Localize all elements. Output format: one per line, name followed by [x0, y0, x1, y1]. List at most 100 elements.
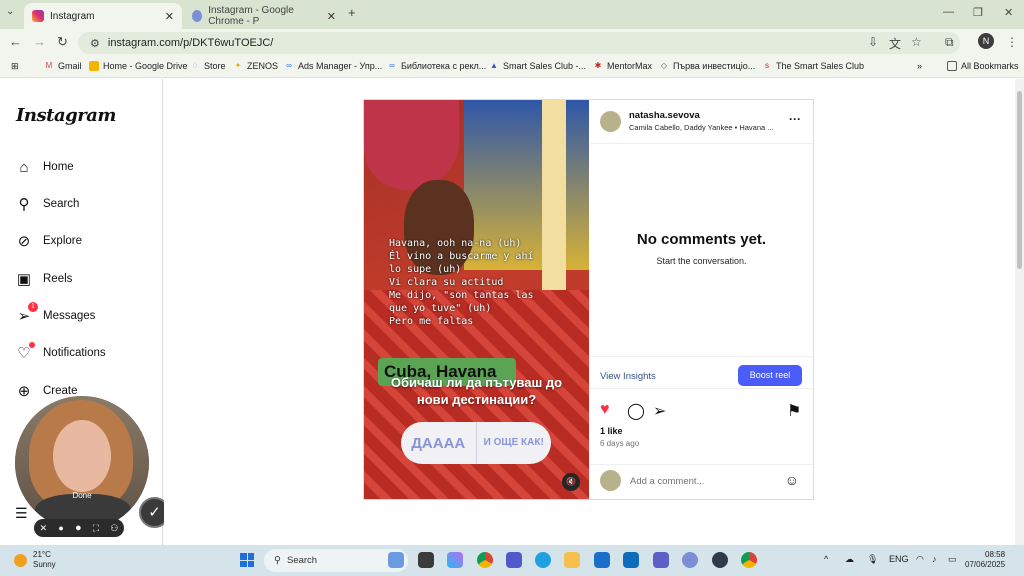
- sidebar-item-reels[interactable]: ▣ Reels: [14, 269, 73, 289]
- instagram-logo[interactable]: Instagram: [16, 105, 116, 126]
- battery-icon[interactable]: ▭: [948, 554, 957, 565]
- small-dot-icon[interactable]: ●: [58, 523, 63, 533]
- new-tab-plus-icon[interactable]: +: [348, 5, 356, 20]
- instagram-favicon-icon: [32, 10, 44, 22]
- sidebar-item-label: Reels: [43, 273, 73, 285]
- site-info-icon[interactable]: ⚙: [90, 37, 100, 50]
- taskbar-search[interactable]: ⚲ Search: [264, 549, 408, 572]
- translate-icon[interactable]: 文: [889, 35, 901, 52]
- meta-icon: ∞: [286, 61, 292, 70]
- recorder-icon[interactable]: [712, 552, 728, 568]
- bookmark-ads-manager[interactable]: ∞ Ads Manager - Упр...: [284, 61, 382, 71]
- sidebar-item-explore[interactable]: ⊘ Explore: [14, 231, 82, 251]
- audio-label[interactable]: Camila Cabello, Daddy Yankee • Havana ..…: [629, 123, 774, 132]
- reload-icon[interactable]: ↻: [57, 34, 68, 50]
- close-icon[interactable]: ✕: [40, 523, 48, 534]
- share-icon[interactable]: ➢: [653, 401, 666, 421]
- bookmark-zenos[interactable]: ✦ ZENOS: [233, 61, 278, 71]
- forward-arrow-icon[interactable]: →: [33, 34, 46, 49]
- author-avatar[interactable]: [600, 111, 621, 132]
- wifi-icon[interactable]: ◠: [916, 554, 924, 565]
- settings-icon[interactable]: [682, 552, 698, 568]
- bookmark-store[interactable]: ◌ Store: [190, 61, 226, 71]
- mute-icon[interactable]: 🔇: [562, 473, 580, 491]
- profile-avatar[interactable]: N: [978, 33, 994, 49]
- large-dot-icon[interactable]: ●: [75, 522, 82, 534]
- copilot-icon[interactable]: [447, 552, 463, 568]
- volume-icon[interactable]: ♪: [932, 554, 937, 564]
- sidebar-item-home[interactable]: ⌂ Home: [14, 157, 73, 177]
- teams-icon[interactable]: [506, 552, 522, 568]
- install-app-icon[interactable]: ⇩: [868, 35, 878, 49]
- webcam-done-label[interactable]: Done: [15, 491, 149, 500]
- more-options-icon[interactable]: ···: [789, 112, 801, 126]
- menu-kebab-icon[interactable]: ⋮: [1006, 35, 1018, 49]
- bookmark-drive[interactable]: Home - Google Drive: [89, 61, 188, 71]
- microphone-icon[interactable]: 🎙: [867, 554, 878, 565]
- likes-count[interactable]: 1 like: [600, 426, 623, 436]
- cloud-icon[interactable]: ☁: [845, 554, 854, 565]
- add-comment-input[interactable]: Add a comment...: [630, 476, 704, 487]
- webcam-controls: ✕ ● ● ⛶ ⚇: [34, 519, 124, 537]
- person-icon[interactable]: ⚇: [110, 523, 118, 534]
- poll-option-1[interactable]: ДАААА: [401, 422, 477, 464]
- weather-widget[interactable]: 21°C Sunny: [14, 550, 56, 570]
- webcam-bubble[interactable]: Done: [15, 396, 149, 530]
- poll-option-2[interactable]: И ОЩЕ КАК!: [477, 422, 552, 464]
- address-bar[interactable]: ⚙ instagram.com/p/DKT6wuTOEJC/: [78, 32, 960, 54]
- copilot-art-icon[interactable]: [388, 552, 404, 568]
- back-arrow-icon[interactable]: ←: [9, 34, 22, 49]
- bookmark-gmail[interactable]: M Gmail: [44, 61, 82, 71]
- file-explorer-icon[interactable]: [564, 552, 580, 568]
- boost-reel-button[interactable]: Boost reel: [738, 365, 802, 386]
- question-line-1: Обичаш ли да пътуваш до: [390, 375, 563, 390]
- browser-tab-bar: ⌄ Instagram ✕ Instagram - Google Chrome …: [0, 0, 1024, 29]
- sidebar-item-messages[interactable]: ➢ 1 Messages: [14, 302, 95, 326]
- task-view-icon[interactable]: [418, 552, 434, 568]
- taskbar-clock[interactable]: 08:58 07/06/2025: [965, 550, 1005, 570]
- fullscreen-icon[interactable]: ⛶: [93, 523, 99, 534]
- more-bookmarks-chevron-icon[interactable]: »: [917, 61, 922, 71]
- tab-instagram-chrome[interactable]: Instagram - Google Chrome - P ✕: [184, 3, 344, 29]
- all-bookmarks[interactable]: All Bookmarks: [947, 61, 1019, 71]
- url-text: instagram.com/p/DKT6wuTOEJC/: [107, 37, 274, 49]
- apps-grid-icon[interactable]: ⊞: [11, 61, 19, 72]
- window-close-icon[interactable]: ✕: [1004, 6, 1013, 19]
- bookmark-mentormax[interactable]: ✱ MentorMax: [593, 61, 652, 71]
- store-app-icon[interactable]: [594, 552, 610, 568]
- like-heart-icon[interactable]: ♥: [600, 401, 610, 419]
- save-bookmark-icon[interactable]: ⚑: [787, 401, 801, 421]
- view-insights-link[interactable]: View Insights: [600, 371, 656, 382]
- bookmark-first-investment[interactable]: ◇ Първа инвестиціо...: [659, 61, 755, 71]
- windows-start-icon[interactable]: [240, 553, 254, 567]
- no-comments-heading: No comments yet.: [636, 231, 767, 248]
- minimize-icon[interactable]: —: [943, 6, 954, 18]
- bookmark-smart-sales-club[interactable]: s The Smart Sales Club: [762, 61, 864, 71]
- close-tab-icon[interactable]: ✕: [327, 10, 336, 23]
- reel-video[interactable]: Havana, ooh na-na (uh) Él vino a buscarm…: [364, 100, 589, 499]
- tray-chevron-icon[interactable]: ^: [824, 554, 828, 564]
- bookmark-smart-sales[interactable]: ▲ Smart Sales Club -...: [489, 61, 586, 71]
- bookmark-library[interactable]: ∞ Библиотека с рекл...: [387, 61, 486, 71]
- sidebar-item-search[interactable]: ⚲ Search: [14, 194, 80, 214]
- close-tab-icon[interactable]: ✕: [165, 10, 174, 23]
- comment-icon[interactable]: ◯: [627, 401, 645, 421]
- meet-app-icon[interactable]: [653, 552, 669, 568]
- author-username[interactable]: natasha.sevova: [629, 110, 700, 121]
- scrollbar-thumb[interactable]: [1017, 91, 1022, 269]
- chrome-profile-icon[interactable]: [741, 552, 757, 568]
- bookmark-label: MentorMax: [607, 61, 653, 71]
- bookmark-star-icon[interactable]: ☆: [911, 35, 922, 49]
- outlook-icon[interactable]: [623, 552, 639, 568]
- chrome-icon[interactable]: [477, 552, 493, 568]
- edge-icon[interactable]: [535, 552, 551, 568]
- maximize-icon[interactable]: ❐: [973, 6, 983, 19]
- page-scrollbar[interactable]: [1015, 79, 1024, 545]
- emoji-icon[interactable]: ☺: [785, 472, 799, 488]
- tab-search-dropdown-icon[interactable]: ⌄: [6, 6, 14, 17]
- sidebar-item-notifications[interactable]: ♡ Notifications: [14, 342, 106, 363]
- sidebar-item-label: Search: [43, 198, 80, 210]
- extensions-icon[interactable]: ⧉: [945, 35, 954, 50]
- tab-instagram[interactable]: Instagram ✕: [24, 3, 182, 29]
- language-indicator[interactable]: ENG: [889, 554, 909, 564]
